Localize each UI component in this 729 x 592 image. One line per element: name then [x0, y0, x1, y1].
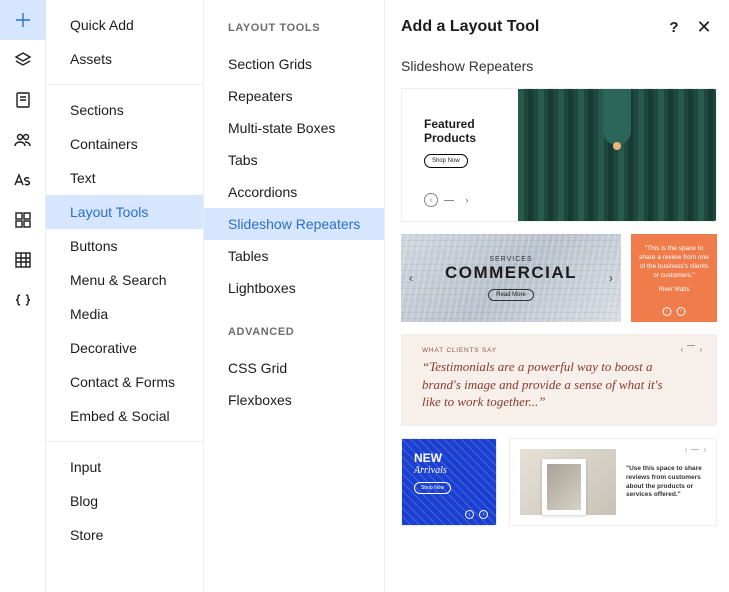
tool-item[interactable]: Slideshow Repeaters	[204, 208, 384, 240]
panel-subtitle: Slideshow Repeaters	[401, 58, 717, 74]
category-item[interactable]: Assets	[46, 42, 203, 76]
advanced-heading: ADVANCED	[228, 326, 384, 338]
card-heading: Products	[424, 131, 518, 145]
layout-tools-heading: LAYOUT TOOLS	[228, 22, 384, 34]
template-card[interactable]: ‹ › WHAT CLIENTS SAY “Testimonials are a…	[401, 334, 717, 426]
tool-item[interactable]: Accordions	[204, 176, 384, 208]
template-card[interactable]: ‹ › "Use this space to share reviews fro…	[509, 438, 717, 526]
next-icon: ›	[460, 193, 474, 207]
rail-grid-icon[interactable]	[0, 200, 46, 240]
review-text: "This is the space to share a review fro…	[639, 244, 709, 280]
card-kicker: SERVICES	[445, 256, 577, 263]
tool-item[interactable]: Lightboxes	[204, 272, 384, 304]
prev-icon: ‹	[685, 445, 688, 454]
rail-code-icon[interactable]	[0, 280, 46, 320]
next-icon: ›	[703, 445, 706, 454]
category-item[interactable]: Store	[46, 518, 203, 552]
rail-page-icon[interactable]	[0, 80, 46, 120]
card-title: COMMERCIAL	[445, 263, 577, 283]
shop-now-button: Shop Now	[424, 154, 468, 168]
category-item[interactable]: Layout Tools	[46, 195, 203, 229]
rail-table-icon[interactable]	[0, 240, 46, 280]
category-item[interactable]: Text	[46, 161, 203, 195]
card-kicker: WHAT CLIENTS SAY	[422, 347, 696, 354]
preview-panel: Add a Layout Tool ? ✕ Slideshow Repeater…	[385, 0, 729, 592]
help-button[interactable]: ?	[665, 18, 683, 36]
close-icon: ✕	[696, 18, 711, 36]
template-card[interactable]: NEW Arrivals Shop Now ‹ ›	[401, 438, 497, 526]
template-card[interactable]: ‹ SERVICES COMMERCIAL Read More › "This …	[401, 234, 717, 322]
category-item[interactable]: Media	[46, 297, 203, 331]
tool-item[interactable]: Tabs	[204, 144, 384, 176]
rail-typography-icon[interactable]	[0, 160, 46, 200]
category-item[interactable]: Menu & Search	[46, 263, 203, 297]
tool-item[interactable]: Tables	[204, 240, 384, 272]
category-item[interactable]: Quick Add	[46, 8, 203, 42]
rail-users-icon[interactable]	[0, 120, 46, 160]
next-icon: ›	[699, 345, 702, 354]
rail-add-icon[interactable]	[0, 0, 46, 40]
category-item[interactable]: Containers	[46, 127, 203, 161]
testimonial-quote: “Testimonials are a powerful way to boos…	[422, 358, 672, 411]
rail-layers-icon[interactable]	[0, 40, 46, 80]
tool-item[interactable]: Multi-state Boxes	[204, 112, 384, 144]
category-panel: Quick AddAssets SectionsContainersTextLa…	[46, 0, 204, 592]
prev-icon: ‹	[663, 307, 672, 316]
tools-panel: LAYOUT TOOLS Section GridsRepeatersMulti…	[204, 0, 385, 592]
next-icon: ›	[609, 271, 613, 285]
template-card[interactable]: Featured Products Shop Now ‹ ›	[401, 88, 717, 222]
prev-icon: ‹	[409, 271, 413, 285]
category-item[interactable]: Embed & Social	[46, 399, 203, 433]
next-icon: ›	[479, 510, 488, 519]
tool-item[interactable]: CSS Grid	[204, 352, 384, 384]
category-item[interactable]: Decorative	[46, 331, 203, 365]
category-item[interactable]: Blog	[46, 484, 203, 518]
reviewer-name: River Watts	[639, 286, 709, 294]
icon-rail	[0, 0, 46, 592]
next-icon: ›	[677, 307, 686, 316]
prev-icon: ‹	[465, 510, 474, 519]
prev-icon: ‹	[681, 345, 684, 354]
close-button[interactable]: ✕	[695, 18, 713, 36]
category-item[interactable]: Sections	[46, 93, 203, 127]
card-heading: Featured	[424, 117, 518, 131]
category-item[interactable]: Contact & Forms	[46, 365, 203, 399]
panel-title: Add a Layout Tool	[401, 18, 539, 36]
category-item[interactable]: Buttons	[46, 229, 203, 263]
review-text: "Use this space to share reviews from cu…	[626, 449, 706, 515]
read-more-button: Read More	[488, 289, 534, 301]
category-item[interactable]: Input	[46, 450, 203, 484]
tool-item[interactable]: Repeaters	[204, 80, 384, 112]
tool-item[interactable]: Section Grids	[204, 48, 384, 80]
tool-item[interactable]: Flexboxes	[204, 384, 384, 416]
prev-icon: ‹	[424, 193, 438, 207]
